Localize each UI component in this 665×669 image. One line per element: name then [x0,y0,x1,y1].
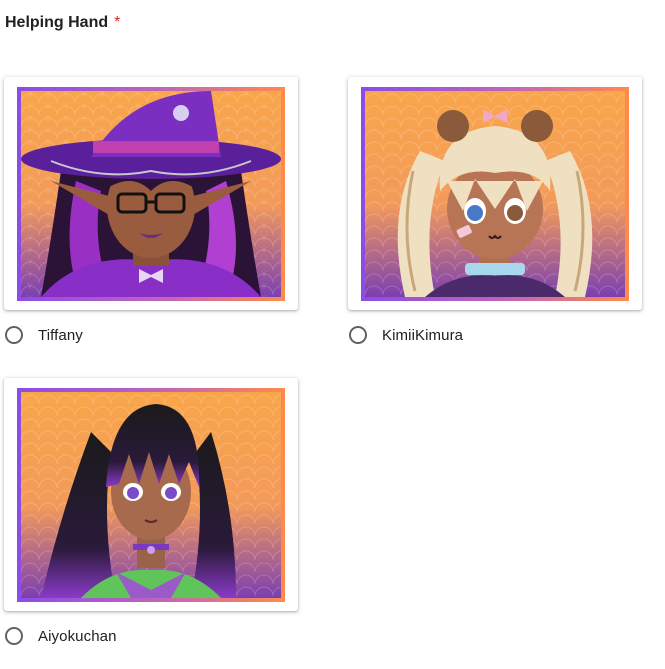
option-label: Tiffany [38,326,83,344]
option-image-card[interactable] [348,77,642,310]
portrait-black-hair-image [21,392,281,598]
portrait-twintails-image [365,91,625,297]
image-frame [361,87,629,301]
option-label: KimiiKimura [382,326,464,344]
portrait-witch-image [21,91,281,297]
required-marker: * [114,14,121,31]
image-frame [17,87,285,301]
question-title-text: Helping Hand [5,14,109,31]
option-radio-row: KimiiKimura [348,324,644,346]
image-frame [17,388,285,602]
question-block: Helping Hand * Tiffany KimiiKimura Aiyok… [0,0,665,669]
question-title: Helping Hand * [5,14,120,32]
image-option-tiffany: Tiffany [4,77,300,346]
image-option-aiyokuchan: Aiyokuchan [4,378,300,647]
image-option-kimiikimura: KimiiKimura [348,77,644,346]
radio-button[interactable] [5,627,23,645]
radio-button[interactable] [349,326,367,344]
option-image-card[interactable] [4,378,298,611]
radio-button[interactable] [5,326,23,344]
option-radio-row: Aiyokuchan [4,625,300,647]
option-image-card[interactable] [4,77,298,310]
option-label: Aiyokuchan [38,627,117,645]
option-radio-row: Tiffany [4,324,300,346]
